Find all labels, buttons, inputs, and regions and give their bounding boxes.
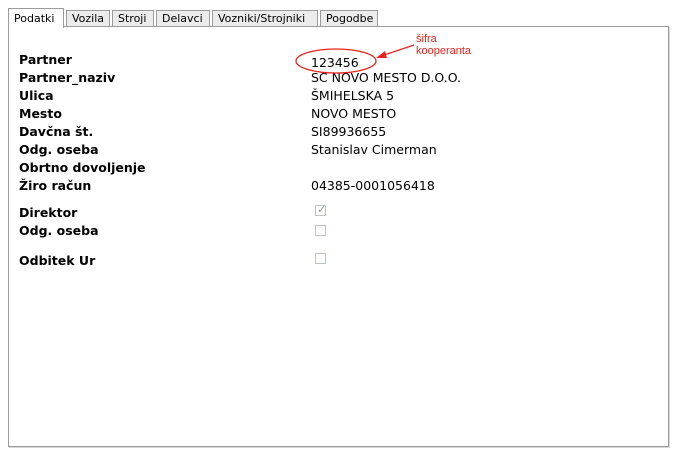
annotation-overlay (295, 44, 415, 74)
annotation-text-line1: šifra (416, 33, 437, 45)
annotation-arrow-head (376, 51, 387, 58)
annotation-text-line2: kooperanta (416, 45, 472, 57)
annotation-ellipse (295, 48, 377, 74)
tab-podatki[interactable]: Podatki (8, 8, 64, 28)
